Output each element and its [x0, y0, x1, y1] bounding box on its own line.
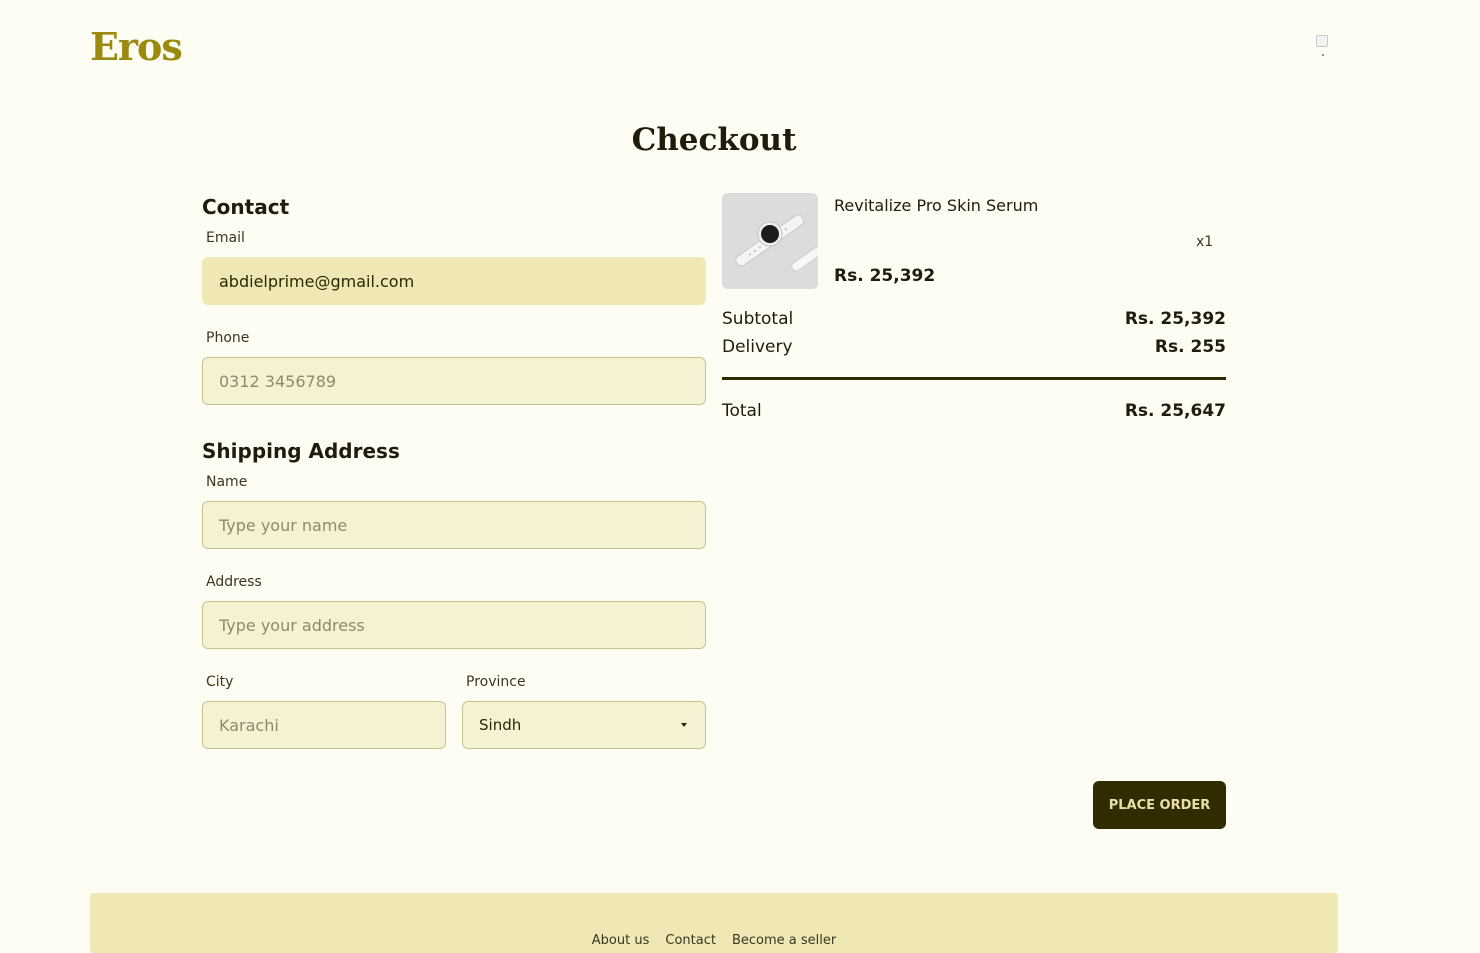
contact-heading: Contact [202, 195, 290, 219]
subtotal-row: Subtotal Rs. 25,392 [722, 309, 1226, 329]
email-label: Email [206, 230, 245, 246]
footer-link-become-seller[interactable]: Become a seller [732, 933, 836, 948]
footer-link-about[interactable]: About us [592, 933, 650, 948]
address-field[interactable] [202, 601, 706, 649]
footer: About us Contact Become a seller [90, 893, 1338, 953]
product-quantity: x1 [1196, 234, 1214, 250]
smartwatch-image [722, 193, 818, 289]
total-value: Rs. 25,647 [1124, 401, 1226, 421]
subtotal-label: Subtotal [722, 309, 794, 329]
total-label: Total [722, 401, 762, 421]
phone-field[interactable] [202, 357, 706, 405]
province-select[interactable]: Sindh [462, 701, 706, 749]
product-image [722, 193, 818, 289]
delivery-row: Delivery Rs. 255 [722, 337, 1226, 357]
delivery-label: Delivery [722, 337, 793, 357]
place-order-button[interactable]: PLACE ORDER [1093, 781, 1226, 829]
broken-image-icon[interactable] [1314, 35, 1332, 57]
footer-links: About us Contact Become a seller [90, 933, 1338, 948]
product-name[interactable]: Revitalize Pro Skin Serum [834, 196, 1038, 215]
shipping-address-heading: Shipping Address [202, 439, 400, 463]
page-title: Checkout [631, 122, 797, 158]
province-value: Sindh [479, 716, 522, 734]
footer-link-contact[interactable]: Contact [665, 933, 716, 948]
subtotal-value: Rs. 25,392 [1124, 309, 1226, 329]
city-label: City [206, 674, 234, 690]
phone-label: Phone [206, 330, 250, 346]
name-label: Name [206, 474, 248, 490]
address-label: Address [206, 574, 262, 590]
product-price: Rs. 25,392 [834, 266, 936, 286]
summary-divider [722, 377, 1226, 380]
city-field[interactable] [202, 701, 446, 749]
delivery-value: Rs. 255 [1154, 337, 1226, 357]
chevron-down-icon [681, 723, 687, 727]
logo[interactable]: Eros [90, 24, 183, 69]
email-field[interactable] [202, 257, 706, 305]
total-row: Total Rs. 25,647 [722, 401, 1226, 421]
province-label: Province [466, 674, 526, 690]
name-field[interactable] [202, 501, 706, 549]
